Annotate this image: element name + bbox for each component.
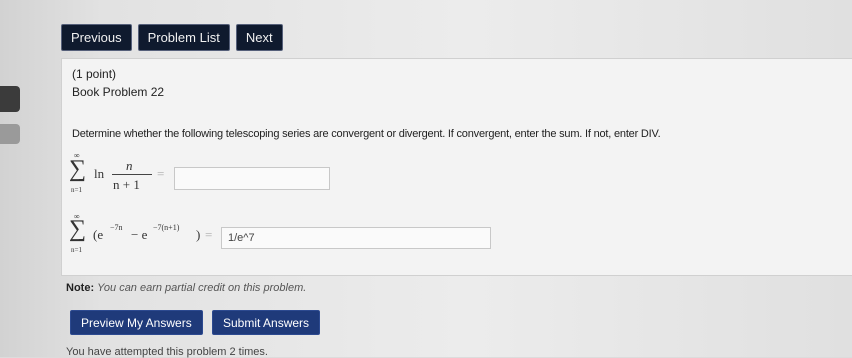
exponent-2: −7(n+1)	[153, 223, 180, 232]
problem-points: (1 point)	[72, 67, 117, 81]
preview-answers-button[interactable]: Preview My Answers	[70, 310, 203, 335]
attempts-message: You have attempted this problem 2 times.	[66, 346, 268, 358]
next-button[interactable]: Next	[235, 24, 283, 51]
fraction-denominator: n + 1	[113, 177, 140, 192]
submit-answers-button[interactable]: Submit Answers	[212, 310, 321, 335]
side-tab[interactable]	[0, 86, 20, 112]
problem-navigation: Previous Problem List Next	[61, 24, 283, 51]
problem-question: Determine whether the following telescop…	[72, 128, 661, 140]
note: Note: You can earn partial credit on thi…	[66, 282, 306, 294]
sum-symbol: ∑	[69, 156, 87, 182]
problem-panel: (1 point) Book Problem 22 Determine whet…	[61, 58, 852, 276]
term-open: (e	[93, 227, 104, 242]
problem-title: Book Problem 22	[72, 85, 165, 99]
sum-symbol: ∑	[69, 216, 87, 242]
fraction-bar	[112, 174, 152, 175]
note-text: You can earn partial credit on this prob…	[97, 282, 307, 294]
answer-input-2[interactable]	[221, 227, 491, 249]
note-label: Note:	[66, 282, 95, 294]
sum-lower-limit: n=1	[71, 246, 82, 254]
fraction-numerator: n	[126, 158, 133, 173]
side-tab[interactable]	[0, 124, 20, 144]
term-minus: − e	[131, 227, 148, 242]
equals-sign: =	[205, 227, 213, 242]
sum-lower-limit: n=1	[71, 186, 82, 194]
answer-input-1[interactable]	[174, 167, 330, 190]
term-close: )	[196, 227, 201, 242]
problem-list-button[interactable]: Problem List	[137, 24, 230, 51]
previous-button[interactable]: Previous	[61, 24, 132, 51]
exponent-1: −7n	[110, 223, 123, 232]
ln-function: ln	[94, 166, 105, 181]
equals-sign: =	[157, 166, 165, 181]
